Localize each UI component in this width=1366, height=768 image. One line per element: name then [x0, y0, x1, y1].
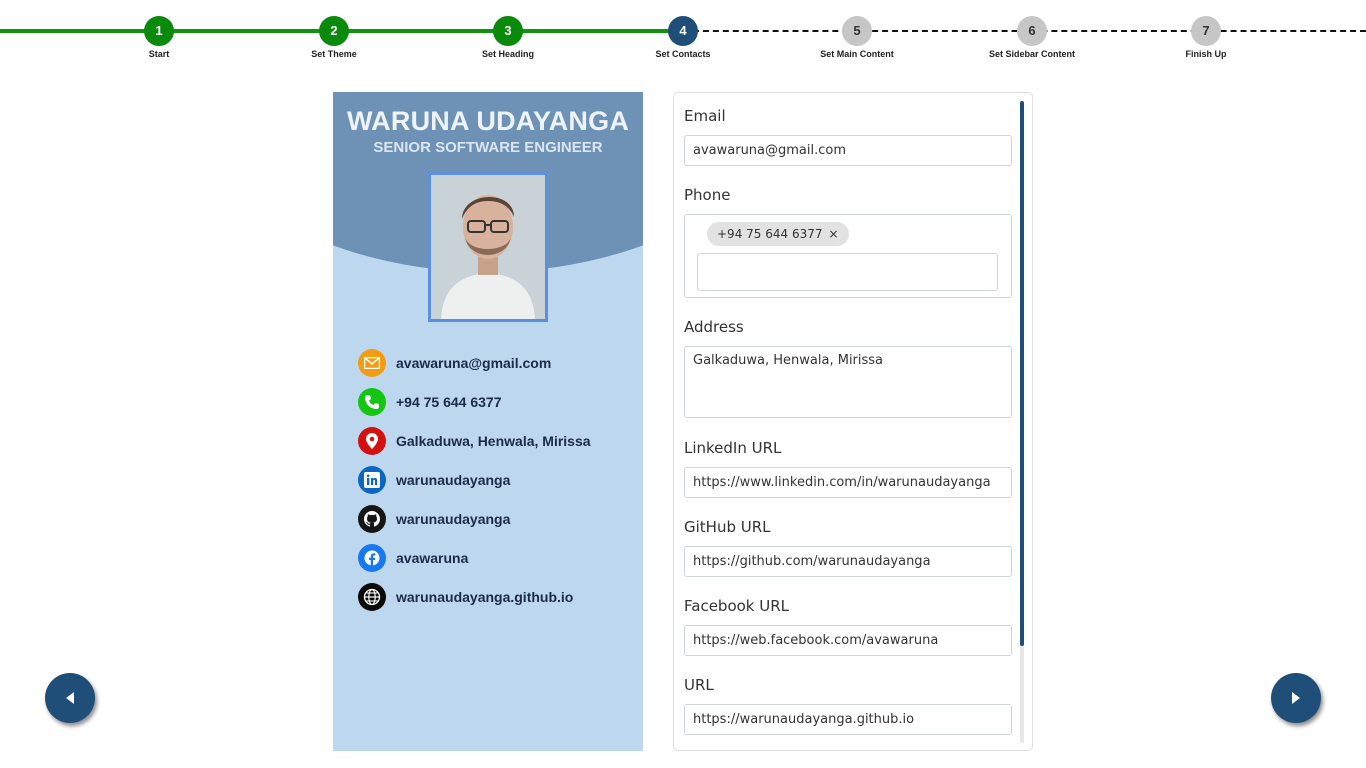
github-url-field[interactable]: https://github.com/warunaudayanga — [684, 546, 1012, 577]
email-label: Email — [684, 107, 726, 125]
url-field[interactable]: https://warunaudayanga.github.io — [684, 704, 1012, 735]
step-set-contacts[interactable]: 4 Set Contacts — [623, 16, 743, 59]
resume-contact-facebook: avawaruna — [358, 538, 591, 577]
linkedin-icon — [358, 465, 386, 494]
url-label: URL — [684, 676, 714, 694]
resume-contact-email: avawaruna@gmail.com — [358, 343, 591, 382]
resume-contact-list: avawaruna@gmail.com +94 75 644 6377 Galk… — [358, 343, 591, 616]
contact-text: warunaudayanga.github.io — [396, 588, 574, 605]
step-label: Set Sidebar Content — [988, 49, 1075, 59]
step-label: Set Heading — [481, 49, 534, 59]
facebook-url-label: Facebook URL — [684, 597, 790, 615]
resume-contact-linkedin: warunaudayanga — [358, 460, 591, 499]
facebook-url-field[interactable]: https://web.facebook.com/avawaruna — [684, 625, 1012, 656]
contact-text: avawaruna — [396, 549, 469, 566]
profile-photo — [428, 172, 548, 322]
linkedin-url-field[interactable]: https://www.linkedin.com/in/warunaudayan… — [684, 467, 1012, 498]
email-field[interactable]: avawaruna@gmail.com — [684, 135, 1012, 166]
step-number: 5 — [842, 16, 872, 46]
step-label: Finish Up — [1185, 49, 1227, 59]
resume-contact-github: warunaudayanga — [358, 499, 591, 538]
contact-text: +94 75 644 6377 — [396, 393, 502, 410]
step-label: Start — [148, 49, 170, 59]
address-textarea[interactable]: Galkaduwa, Henwala, Mirissa — [684, 346, 1012, 418]
github-url-label: GitHub URL — [684, 518, 771, 536]
contacts-form-panel: Email avawaruna@gmail.com Phone +94 75 6… — [673, 92, 1033, 751]
resume-contact-website: warunaudayanga.github.io — [358, 577, 591, 616]
globe-icon — [358, 582, 386, 611]
step-number: 4 — [668, 16, 698, 46]
progress-stepper: 1 Start 2 Set Theme 3 Set Heading 4 Set … — [0, 0, 1366, 70]
resume-job-title: SENIOR SOFTWARE ENGINEER — [373, 139, 603, 156]
next-step-button[interactable] — [1271, 673, 1321, 723]
facebook-icon — [358, 543, 386, 572]
phone-chip-text: +94 75 644 6377 — [717, 227, 823, 241]
address-label: Address — [684, 318, 744, 336]
phone-label: Phone — [684, 186, 731, 204]
resume-preview: WARUNA UDAYANGA SENIOR SOFTWARE ENGINEER… — [333, 92, 643, 751]
previous-step-button[interactable] — [45, 673, 95, 723]
email-icon — [358, 348, 386, 377]
phone-chip[interactable]: +94 75 644 6377 × — [707, 222, 849, 246]
step-number: 7 — [1191, 16, 1221, 46]
step-label: Set Contacts — [655, 49, 711, 59]
caret-right-icon — [1292, 692, 1300, 704]
step-label: Set Theme — [311, 49, 357, 59]
contact-text: Galkaduwa, Henwala, Mirissa — [396, 432, 591, 449]
github-icon — [358, 504, 386, 533]
caret-left-icon — [66, 692, 74, 704]
step-number: 3 — [493, 16, 523, 46]
contact-text: avawaruna@gmail.com — [396, 354, 552, 371]
step-set-theme[interactable]: 2 Set Theme — [274, 16, 394, 59]
resume-name: WARUNA UDAYANGA — [346, 106, 630, 136]
location-pin-icon — [358, 426, 386, 455]
step-set-sidebar-content[interactable]: 6 Set Sidebar Content — [972, 16, 1092, 59]
contact-text: warunaudayanga — [396, 510, 511, 527]
step-number: 6 — [1017, 16, 1047, 46]
resume-contact-phone: +94 75 644 6377 — [358, 382, 591, 421]
phone-tag-box: +94 75 644 6377 × — [684, 214, 1012, 298]
step-finish-up[interactable]: 7 Finish Up — [1146, 16, 1266, 59]
phone-input[interactable] — [697, 253, 998, 291]
linkedin-url-label: LinkedIn URL — [684, 439, 782, 457]
chip-remove-icon[interactable]: × — [828, 227, 838, 241]
contact-text: warunaudayanga — [396, 471, 511, 488]
step-start[interactable]: 1 Start — [99, 16, 219, 59]
form-scrollbar-thumb[interactable] — [1020, 101, 1024, 646]
resume-contact-address: Galkaduwa, Henwala, Mirissa — [358, 421, 591, 460]
step-number: 2 — [319, 16, 349, 46]
phone-icon — [358, 387, 386, 416]
step-set-heading[interactable]: 3 Set Heading — [448, 16, 568, 59]
step-label: Set Main Content — [820, 49, 894, 59]
step-number: 1 — [144, 16, 174, 46]
step-set-main-content[interactable]: 5 Set Main Content — [797, 16, 917, 59]
